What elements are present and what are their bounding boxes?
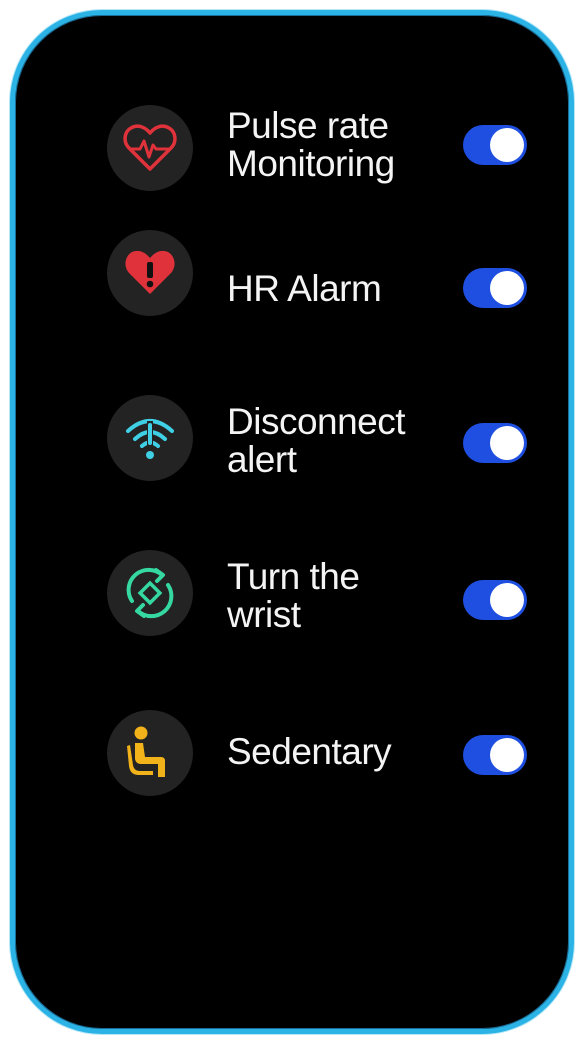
setting-turn-the-wrist: Turn the wrist bbox=[15, 540, 569, 670]
sedentary-toggle[interactable] bbox=[463, 735, 527, 775]
setting-label: Pulse rate Monitoring bbox=[227, 107, 395, 183]
setting-label: Disconnect alert bbox=[227, 401, 406, 480]
toggle-knob bbox=[490, 426, 524, 460]
heart-alert-icon bbox=[107, 230, 193, 316]
setting-disconnect-alert: Disconnect alert bbox=[15, 385, 569, 515]
rotate-wrist-icon bbox=[107, 550, 193, 636]
toggle-knob bbox=[490, 271, 524, 305]
heartbeat-icon bbox=[107, 105, 193, 191]
setting-pulse-rate: Pulse rate Monitoring bbox=[15, 83, 569, 213]
pulse-rate-toggle[interactable] bbox=[463, 125, 527, 165]
toggle-knob bbox=[490, 738, 524, 772]
watch-screen: Pulse rate Monitoring HR Alarm Disconnec… bbox=[10, 10, 574, 1034]
setting-label: Turn the wrist bbox=[227, 556, 360, 635]
toggle-knob bbox=[490, 128, 524, 162]
disconnect-alert-toggle[interactable] bbox=[463, 423, 527, 463]
setting-label-line1: Pulse rate bbox=[227, 105, 389, 146]
setting-label-line1: Sedentary bbox=[227, 731, 392, 772]
setting-sedentary: Sedentary bbox=[15, 695, 569, 825]
turn-the-wrist-toggle[interactable] bbox=[463, 580, 527, 620]
setting-label-line1: HR Alarm bbox=[227, 268, 382, 309]
setting-hr-alarm: HR Alarm bbox=[15, 230, 569, 360]
setting-label-line2: alert bbox=[227, 439, 297, 480]
setting-label-line1: Turn the bbox=[227, 556, 360, 597]
toggle-knob bbox=[490, 583, 524, 617]
hr-alarm-toggle[interactable] bbox=[463, 268, 527, 308]
setting-label-line2: Monitoring bbox=[227, 143, 395, 184]
sitting-person-icon bbox=[107, 710, 193, 796]
setting-label-line2: wrist bbox=[227, 594, 301, 635]
disconnect-signal-icon bbox=[107, 395, 193, 481]
setting-label: Sedentary bbox=[227, 731, 392, 772]
setting-label-line1: Disconnect bbox=[227, 401, 406, 442]
setting-label: HR Alarm bbox=[227, 268, 382, 309]
